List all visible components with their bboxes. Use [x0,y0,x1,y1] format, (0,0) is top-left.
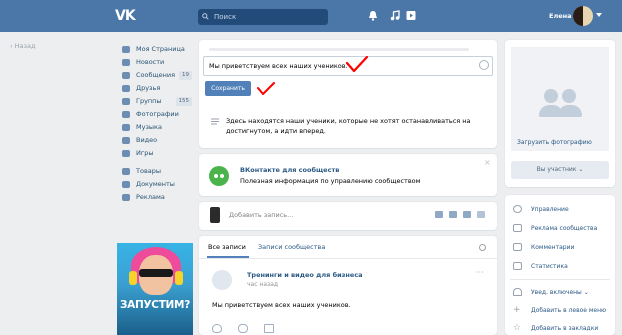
messages-icon [122,72,130,79]
sidebar-item-news[interactable]: Новости [122,56,192,69]
avatar[interactable] [573,6,593,26]
sidebar-item-friends[interactable]: Друзья [122,82,192,95]
upload-photo-link[interactable]: Загрузить фотографию [517,139,592,146]
statistics-icon [513,262,522,270]
chevron-down-icon[interactable] [596,13,602,17]
news-icon [122,59,130,66]
menu-item-add-left-menu[interactable]: Добавить в левое меню [531,307,606,314]
comment-icon[interactable] [238,324,248,333]
post-text: Мы приветствуем всех наших учеников. [212,301,351,309]
tab-community-posts[interactable]: Записи сообщества [258,243,325,251]
music-icon[interactable] [390,10,400,21]
avatar[interactable] [212,270,232,290]
emoji-icon[interactable] [479,60,489,70]
new-post-input[interactable]: Добавить запись... [229,211,293,219]
community-avatar [210,207,220,223]
close-icon[interactable]: × [484,158,491,167]
tab-all-posts[interactable]: Все записи [208,243,246,251]
sidebar-item-ads[interactable]: Реклама [122,191,192,204]
poll-icon[interactable] [477,211,485,218]
menu-item-community-ads[interactable]: Реклама сообщества [531,225,597,232]
games-icon [122,150,130,157]
back-link[interactable]: ‹ Назад [10,42,35,50]
bell-icon[interactable] [368,10,378,21]
post-time[interactable]: час назад [247,281,278,288]
search-input[interactable]: Поиск [198,9,328,25]
sidebar-item-my-page[interactable]: Моя Страница [122,43,192,56]
sidebar-item-groups[interactable]: Группы 155 [122,95,192,108]
photos-icon [122,111,130,118]
sidebar-item-music[interactable]: Музыка [122,121,192,134]
home-icon [122,46,130,53]
sidebar-item-goods[interactable]: Товары [122,165,192,178]
music-icon [122,124,130,131]
ads-icon [122,194,130,201]
checkmark-annotation-icon [345,56,369,73]
groups-count-badge: 155 [175,97,192,106]
menu-item-comments[interactable]: Комментарии [531,244,574,251]
video-icon [122,137,130,144]
star-icon: ☆ [513,323,522,333]
more-icon[interactable]: ··· [476,268,484,277]
share-icon[interactable] [264,324,274,333]
settings-icon [513,205,522,213]
search-icon[interactable] [479,244,486,251]
bell-icon [513,288,522,296]
save-button[interactable]: Сохранить [205,81,251,96]
play-icon[interactable] [406,10,416,21]
menu-item-add-bookmarks[interactable]: Добавить в закладки [531,325,598,332]
sidebar-item-games[interactable]: Игры [122,147,192,160]
sidebar-item-video[interactable]: Видео [122,134,192,147]
messages-count-badge: 19 [179,71,192,80]
vk-logo[interactable]: VK [115,8,136,24]
search-placeholder: Поиск [214,13,237,21]
comments-icon [513,243,522,251]
checkmark-annotation-icon [257,82,275,95]
placeholder-photo[interactable] [511,47,609,151]
goods-icon [122,168,130,175]
megaphone-icon [513,224,522,232]
sidebar-item-messages[interactable]: Сообщения 19 [122,69,192,82]
status-hint: Здесь находятся наши ученики, которые не… [226,117,471,135]
post-author[interactable]: Тренинги и видео для бизнеса [247,271,363,279]
community-title[interactable]: ВКонтакте для сообществ [240,166,339,174]
member-button[interactable]: Вы участник ⌄ [511,161,609,179]
groups-icon [122,98,130,105]
search-icon [202,13,209,20]
ad-banner[interactable]: ЗАПУСТИМ? [117,243,193,335]
community-info-card [199,154,497,196]
sidebar-nav: Моя Страница Новости Сообщения 19 Друзья … [122,43,192,204]
like-icon[interactable] [212,324,222,333]
menu-item-manage[interactable]: Управление [531,206,569,213]
user-name[interactable]: Елена [549,12,572,20]
camera-icon[interactable] [435,211,443,218]
friends-icon [122,85,130,92]
sidebar-item-documents[interactable]: Документы [122,178,192,191]
text-lines-icon [211,118,219,125]
music-icon[interactable] [463,211,471,218]
video-icon[interactable] [449,211,457,218]
sidebar-item-photos[interactable]: Фотографии [122,108,192,121]
vk-communities-icon [209,166,229,186]
sunglasses-graphic [139,269,173,277]
menu-item-statistics[interactable]: Статистика [531,263,568,270]
plus-icon: + [513,305,521,315]
menu-item-notifications[interactable]: Увед. включены ⌄ [531,289,589,296]
documents-icon [122,181,130,188]
community-description: Полезная информация по управлению сообще… [240,177,421,185]
ad-text: ЗАПУСТИМ? [120,299,190,311]
